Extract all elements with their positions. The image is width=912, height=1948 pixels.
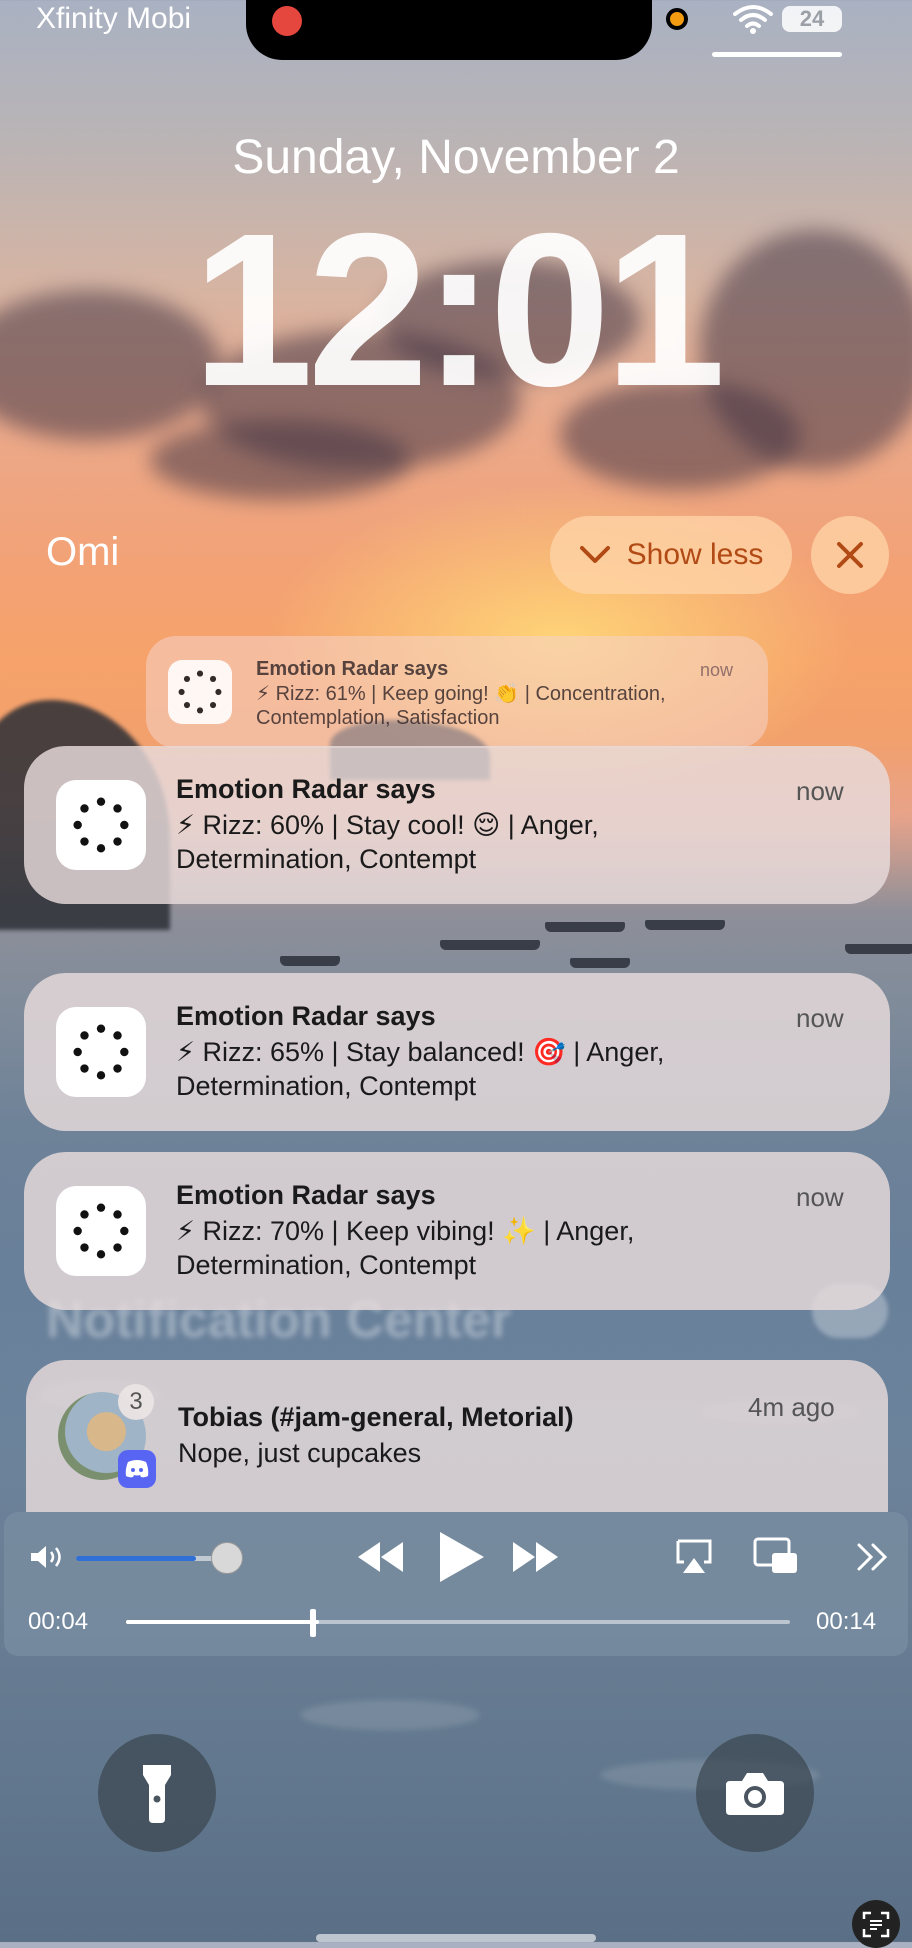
notification-stacked-preview[interactable]: Emotion Radar says now ⚡ Rizz: 61% | Kee…: [146, 636, 768, 748]
dotted-ring-icon: [73, 797, 129, 853]
discord-icon: [118, 1450, 156, 1488]
emotion-radar-app-icon: [168, 660, 232, 724]
status-bar-indicator: [712, 52, 842, 57]
elapsed-time: 00:04: [28, 1608, 89, 1635]
home-indicator[interactable]: [316, 1934, 596, 1942]
notification-timestamp: now: [796, 1182, 844, 1212]
fast-forward-button-icon[interactable]: [510, 1540, 560, 1574]
recording-indicator-icon: [272, 6, 302, 36]
carrier-label: Xfinity Mobi: [36, 2, 192, 35]
close-icon: [837, 542, 863, 568]
volume-level: [76, 1556, 196, 1561]
notification-title: Emotion Radar says: [256, 658, 449, 680]
notification-timestamp: 4m ago: [748, 1392, 835, 1422]
notification-title: Emotion Radar says: [176, 774, 436, 804]
live-text-scan-button[interactable]: [852, 1900, 900, 1948]
notification-timestamp: now: [796, 1003, 844, 1033]
total-duration: 00:14: [816, 1608, 877, 1635]
volume-icon: [31, 1546, 61, 1568]
camera-button[interactable]: [696, 1734, 814, 1852]
notification-card-emotion-radar-1[interactable]: Emotion Radar says now ⚡ Rizz: 60% | Sta…: [24, 746, 890, 904]
emotion-radar-app-icon: [56, 1186, 146, 1276]
notification-title: Emotion Radar says: [176, 1001, 436, 1031]
notification-body-line-1: ⚡ Rizz: 65% | Stay balanced! 🎯 | Anger,: [176, 1037, 665, 1067]
show-less-label: Show less: [626, 538, 764, 571]
play-button-icon[interactable]: [434, 1528, 488, 1586]
notification-group-title: Omi: [46, 530, 120, 574]
airplay-icon[interactable]: [674, 1538, 714, 1576]
dynamic-island[interactable]: [246, 0, 652, 60]
rewind-button-icon[interactable]: [356, 1540, 406, 1574]
lock-screen-time: 12:01: [192, 189, 726, 432]
lock-screen-date: Sunday, November 2: [232, 131, 680, 184]
show-less-button[interactable]: Show less: [550, 516, 792, 594]
notification-timestamp: now: [700, 660, 734, 680]
notification-body-line-2: Determination, Contempt: [176, 1250, 477, 1280]
media-player: 00:04 00:14: [4, 1512, 908, 1656]
notification-timestamp: now: [796, 776, 844, 806]
notification-card-emotion-radar-2[interactable]: Emotion Radar says now ⚡ Rizz: 65% | Sta…: [24, 973, 890, 1131]
notification-body: Nope, just cupcakes: [178, 1438, 422, 1468]
playback-scrubber[interactable]: [126, 1620, 790, 1624]
notification-card-discord[interactable]: 3 Tobias (#jam-general, Metorial) 4m ago…: [26, 1360, 888, 1512]
dotted-ring-icon: [178, 670, 222, 714]
emotion-radar-app-icon: [56, 780, 146, 870]
battery-icon: 24: [782, 6, 842, 32]
playback-progress: [126, 1620, 319, 1624]
discord-logo-icon: [125, 1460, 149, 1478]
scan-text-icon: [862, 1911, 890, 1938]
wifi-icon: [733, 5, 773, 34]
volume-slider-knob[interactable]: [211, 1542, 243, 1574]
flashlight-button[interactable]: [98, 1734, 216, 1852]
playback-scrubber-handle[interactable]: [310, 1609, 316, 1637]
more-chevrons-icon[interactable]: [856, 1542, 890, 1572]
notification-body-line-2: Determination, Contempt: [176, 1071, 477, 1101]
dotted-ring-icon: [73, 1203, 129, 1259]
notification-count-badge: 3: [118, 1384, 154, 1420]
notification-body: ⚡ Rizz: 61% | Keep going! 👏 | Concentrat…: [256, 683, 666, 729]
camera-icon: [726, 1773, 784, 1815]
notification-card-emotion-radar-3[interactable]: Emotion Radar says now ⚡ Rizz: 70% | Kee…: [24, 1152, 890, 1310]
microphone-in-use-icon: [666, 8, 688, 30]
clear-group-button[interactable]: [811, 516, 889, 594]
flashlight-icon: [143, 1765, 171, 1823]
picture-in-picture-icon[interactable]: [752, 1536, 800, 1576]
notification-title: Emotion Radar says: [176, 1180, 436, 1210]
notification-body-line-2: Determination, Contempt: [176, 844, 477, 874]
notification-body-line-1: ⚡ Rizz: 70% | Keep vibing! ✨ | Anger,: [176, 1216, 635, 1246]
notification-title: Tobias (#jam-general, Metorial): [178, 1402, 574, 1432]
notification-body-line-1: ⚡ Rizz: 60% | Stay cool! 😌 | Anger,: [176, 810, 599, 840]
chevron-down-icon: [579, 546, 610, 563]
emotion-radar-app-icon: [56, 1007, 146, 1097]
dotted-ring-icon: [73, 1024, 129, 1080]
